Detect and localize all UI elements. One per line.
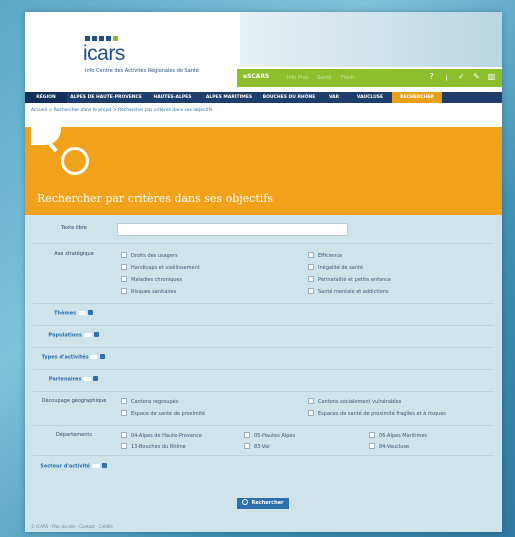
expand-toggle-icon[interactable]	[77, 310, 94, 316]
types-activites-row: Types d'activités	[33, 347, 494, 370]
checkbox-option[interactable]: Inégalité de santé	[308, 264, 363, 271]
page-title: Rechercher par critères dans ses objecti…	[37, 192, 273, 205]
secteur-toggle[interactable]: Secteur d'activité	[33, 463, 115, 470]
checkbox-option[interactable]: 13-Bouches du Rhône	[121, 443, 186, 450]
checkbox-option[interactable]: 05-Hautes Alpes	[244, 432, 295, 439]
nav-item-alpes-maritimes[interactable]: Alpes Maritimes	[200, 92, 258, 103]
toolbar-faded-item[interactable]: Flash	[341, 75, 354, 81]
logo-subtitle: Info Centre des Activités Régionales de …	[85, 68, 199, 74]
checkbox-option[interactable]: Santé mentale et addictions	[308, 288, 389, 295]
site-header: icars Info Centre des Activités Régional…	[25, 12, 502, 92]
nav-item-bouches-du-rhone[interactable]: Bouches du Rhône	[258, 92, 320, 103]
help-icon[interactable]: ?	[427, 72, 436, 82]
checkbox-option[interactable]: 83-Var	[244, 443, 270, 450]
themes-row: Thèmes	[33, 303, 494, 326]
page-banner: Rechercher par critères dans ses objecti…	[25, 127, 502, 215]
expand-toggle-icon[interactable]	[83, 332, 100, 338]
main-nav: Région Alpes de Haute-Provence Hautes-Al…	[25, 92, 502, 103]
search-form: Texte libre Axe stratégique Droits des u…	[25, 215, 502, 522]
texte-libre-input[interactable]	[117, 223, 348, 236]
decoupage-label: Découpage géographique	[41, 398, 107, 404]
escars-link[interactable]: eSCARS	[243, 73, 269, 80]
nav-item-vaucluse[interactable]: Vaucluse	[348, 92, 392, 103]
checkbox-option[interactable]: Efficience	[308, 252, 342, 259]
checkbox-option[interactable]: Cantons regroupés	[121, 398, 178, 405]
magnifier-icon	[61, 147, 89, 175]
info-icon[interactable]: ¡	[442, 72, 451, 82]
checkbox-option[interactable]: 04-Alpes de Haute-Provence	[121, 432, 202, 439]
header-toolbar: eSCARS Info Plus Santé Flash ? ¡ ✓ ✎ ▥	[237, 69, 502, 87]
populations-toggle[interactable]: Populations	[33, 332, 115, 339]
themes-toggle[interactable]: Thèmes	[33, 310, 115, 317]
decoupage-row: Découpage géographique Cantons regroupés…	[33, 391, 494, 426]
partenaires-toggle[interactable]: Partenaires	[33, 376, 115, 383]
texte-libre-label: Texte libre	[61, 225, 87, 231]
toolbar-faded-item[interactable]: Info Plus	[287, 75, 308, 81]
thumbs-up-icon[interactable]: ✓	[457, 72, 466, 82]
breadcrumb[interactable]: Accueil > Rechercher dans le projet > Re…	[31, 108, 212, 113]
expand-toggle-icon[interactable]	[91, 463, 108, 469]
checkbox-option[interactable]: Maladies chroniques	[121, 276, 182, 283]
checkbox-option[interactable]: Handicaps et vieillissement	[121, 264, 200, 271]
expand-toggle-icon[interactable]	[90, 354, 106, 360]
nav-item-var[interactable]: Var	[320, 92, 348, 103]
checkbox-option[interactable]: Cantons socialement vulnérables	[308, 398, 401, 405]
footer-links[interactable]: © ICARS · Plan du site · Contact · Crédi…	[31, 524, 113, 529]
header-image	[240, 12, 502, 67]
axe-strategique-label: Axe stratégique	[54, 251, 94, 257]
departements-label: Départements	[56, 432, 92, 438]
checkbox-option[interactable]: 06-Alpes Maritimes	[369, 432, 427, 439]
logo-text[interactable]: icars	[83, 42, 125, 66]
toolbar-faded-item[interactable]: Santé	[317, 75, 331, 81]
checkbox-option[interactable]: 84-Vaucluse	[369, 443, 409, 450]
nav-item-hautes-alpes[interactable]: Hautes-Alpes	[145, 92, 200, 103]
tools-icon[interactable]: ✎	[472, 72, 481, 82]
page: icars Info Centre des Activités Régional…	[25, 12, 502, 532]
axe-strategique-row: Axe stratégique Droits des usagers Handi…	[33, 247, 494, 304]
checkbox-option[interactable]: Périnatalité et petite enfance	[308, 276, 391, 283]
checkbox-option[interactable]: Risques sanitaires	[121, 288, 176, 295]
checkbox-option[interactable]: Espace de santé de proximité	[121, 410, 205, 417]
partenaires-row: Partenaires	[33, 369, 494, 392]
nav-item-rechercher[interactable]: Rechercher	[392, 92, 442, 103]
logo-mark-icon	[85, 36, 118, 41]
nav-item-alpes-haute-provence[interactable]: Alpes de Haute-Provence	[67, 92, 145, 103]
types-activites-toggle[interactable]: Types d'activités	[33, 354, 115, 361]
expand-toggle-icon[interactable]	[83, 376, 99, 382]
populations-row: Populations	[33, 325, 494, 348]
secteur-row: Secteur d'activité	[33, 455, 494, 485]
search-button[interactable]: Rechercher	[237, 498, 289, 509]
site-footer: © ICARS · Plan du site · Contact · Crédi…	[25, 522, 502, 532]
departements-row: Départements 04-Alpes de Haute-Provence …	[33, 425, 494, 456]
texte-libre-row: Texte libre	[33, 223, 494, 244]
books-icon[interactable]: ▥	[487, 72, 496, 82]
checkbox-option[interactable]: Droits des usagers	[121, 252, 178, 259]
checkbox-option[interactable]: Espaces de santé de proximité fragiles e…	[308, 410, 446, 417]
search-icon	[242, 499, 249, 505]
nav-item-region[interactable]: Région	[25, 92, 67, 103]
